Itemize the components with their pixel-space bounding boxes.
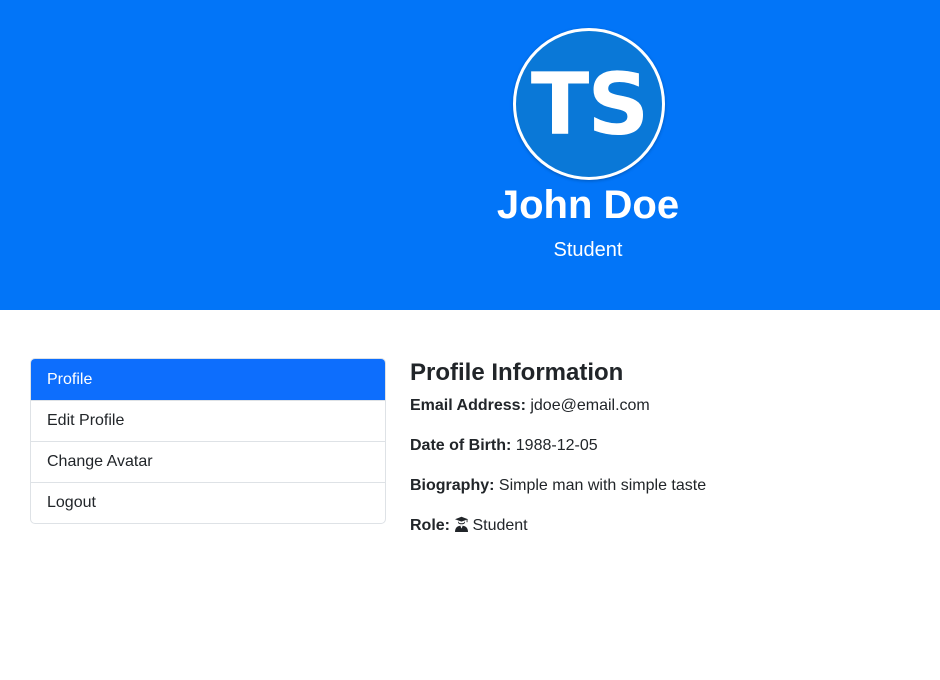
menu-item-change-avatar[interactable]: Change Avatar bbox=[31, 441, 385, 482]
profile-menu: Profile Edit Profile Change Avatar Logou… bbox=[30, 358, 386, 524]
menu-item-profile[interactable]: Profile bbox=[31, 359, 385, 400]
section-title: Profile Information bbox=[410, 359, 624, 386]
email-label: Email Address: bbox=[410, 397, 526, 414]
profile-name: John Doe bbox=[496, 183, 680, 227]
profile-role: Student bbox=[553, 239, 623, 261]
biography-row: Biography: Simple man with simple taste bbox=[410, 474, 910, 498]
menu-item-edit-profile[interactable]: Edit Profile bbox=[31, 400, 385, 441]
graduate-icon bbox=[454, 516, 469, 540]
role-label: Role: bbox=[410, 517, 450, 534]
biography-label: Biography: bbox=[410, 477, 495, 494]
profile-information: Profile Information Email Address: jdoe@… bbox=[410, 356, 910, 556]
role-value: Student bbox=[472, 517, 528, 534]
dob-label: Date of Birth: bbox=[410, 437, 512, 454]
avatar-initials: TS bbox=[530, 55, 650, 155]
profile-header: TS John Doe Student bbox=[0, 0, 940, 310]
role-row: Role: Student bbox=[410, 514, 910, 540]
dob-value: 1988-12-05 bbox=[515, 437, 598, 454]
menu-item-logout[interactable]: Logout bbox=[31, 482, 385, 523]
dob-row: Date of Birth: 1988-12-05 bbox=[410, 434, 910, 458]
avatar: TS bbox=[513, 28, 665, 180]
biography-value: Simple man with simple taste bbox=[498, 477, 707, 494]
email-value: jdoe@email.com bbox=[530, 397, 650, 414]
email-row: Email Address: jdoe@email.com bbox=[410, 394, 910, 418]
